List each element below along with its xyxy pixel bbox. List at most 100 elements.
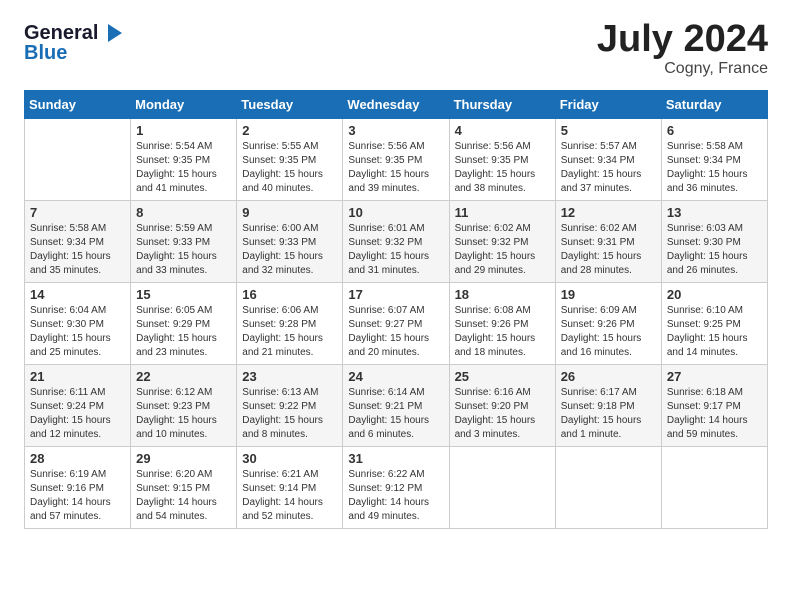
calendar-table: Sunday Monday Tuesday Wednesday Thursday…	[24, 90, 768, 529]
col-friday: Friday	[555, 91, 661, 119]
cell-info: Sunrise: 5:59 AMSunset: 9:33 PMDaylight:…	[136, 222, 231, 278]
calendar-cell: 15 Sunrise: 6:05 AMSunset: 9:29 PMDayligh…	[131, 283, 237, 365]
cell-info: Sunrise: 6:11 AMSunset: 9:24 PMDaylight:…	[30, 386, 125, 442]
day-number: 24	[348, 369, 443, 384]
col-saturday: Saturday	[661, 91, 767, 119]
day-number: 9	[242, 205, 337, 220]
day-number: 7	[30, 205, 125, 220]
calendar-cell: 19Sunrise: 6:09 AMSunset: 9:26 PMDayligh…	[555, 283, 661, 365]
day-number: 25	[455, 369, 550, 384]
logo: General Blue	[24, 20, 126, 65]
calendar-week-row-4: 21 Sunrise: 6:11 AMSunset: 9:24 PMDayligh…	[25, 365, 768, 447]
calendar-header-row: Sunday Monday Tuesday Wednesday Thursday…	[25, 91, 768, 119]
cell-info: Sunrise: 6:17 AMSunset: 9:18 PMDaylight:…	[561, 386, 656, 442]
calendar-cell: 22 Sunrise: 6:12 AMSunset: 9:23 PMDayligh…	[131, 365, 237, 447]
cell-info: Sunrise: 6:05 AMSunset: 9:29 PMDaylight:…	[136, 304, 231, 360]
day-number: 31	[348, 451, 443, 466]
col-thursday: Thursday	[449, 91, 555, 119]
col-tuesday: Tuesday	[237, 91, 343, 119]
calendar-week-row-5: 28 Sunrise: 6:19 AMSunset: 9:16 PMDayligh…	[25, 447, 768, 529]
cell-info: Sunrise: 6:21 AMSunset: 9:14 PMDaylight:…	[242, 468, 337, 524]
cell-info: Sunrise: 6:07 AMSunset: 9:27 PMDaylight:…	[348, 304, 443, 360]
calendar-cell: 1Sunrise: 5:54 AMSunset: 9:35 PMDaylight…	[131, 119, 237, 201]
cell-info: Sunrise: 5:58 AMSunset: 9:34 PMDaylight:…	[30, 222, 125, 278]
calendar-cell: 11 Sunrise: 6:02 AMSunset: 9:32 PMDayligh…	[449, 201, 555, 283]
calendar-cell: 14Sunrise: 6:04 AMSunset: 9:30 PMDayligh…	[25, 283, 131, 365]
cell-info: Sunrise: 5:56 AMSunset: 9:35 PMDaylight:…	[348, 140, 443, 196]
cell-info: Sunrise: 6:12 AMSunset: 9:23 PMDaylight:…	[136, 386, 231, 442]
cell-info: Sunrise: 5:58 AMSunset: 9:34 PMDaylight:…	[667, 140, 762, 196]
cell-info: Sunrise: 5:56 AMSunset: 9:35 PMDaylight:…	[455, 140, 550, 196]
day-number: 13	[667, 205, 762, 220]
calendar-cell: 4Sunrise: 5:56 AMSunset: 9:35 PMDaylight…	[449, 119, 555, 201]
calendar-cell: 31 Sunrise: 6:22 AMSunset: 9:12 PMDayligh…	[343, 447, 449, 529]
cell-info: Sunrise: 6:02 AMSunset: 9:32 PMDaylight:…	[455, 222, 550, 278]
calendar-page: General Blue July 2024 Cogny, France Sun…	[0, 0, 792, 612]
calendar-week-row-2: 7 Sunrise: 5:58 AMSunset: 9:34 PMDaylight…	[25, 201, 768, 283]
col-sunday: Sunday	[25, 91, 131, 119]
calendar-cell: 20 Sunrise: 6:10 AMSunset: 9:25 PMDayligh…	[661, 283, 767, 365]
day-number: 3	[348, 123, 443, 138]
calendar-cell: 12 Sunrise: 6:02 AMSunset: 9:31 PMDayligh…	[555, 201, 661, 283]
cell-info: Sunrise: 6:02 AMSunset: 9:31 PMDaylight:…	[561, 222, 656, 278]
cell-info: Sunrise: 6:10 AMSunset: 9:25 PMDaylight:…	[667, 304, 762, 360]
day-number: 18	[455, 287, 550, 302]
logo-icon	[100, 20, 126, 46]
calendar-cell: 25Sunrise: 6:16 AMSunset: 9:20 PMDayligh…	[449, 365, 555, 447]
calendar-cell: 10Sunrise: 6:01 AMSunset: 9:32 PMDayligh…	[343, 201, 449, 283]
calendar-cell: 6Sunrise: 5:58 AMSunset: 9:34 PMDaylight…	[661, 119, 767, 201]
calendar-cell	[25, 119, 131, 201]
calendar-cell: 17 Sunrise: 6:07 AMSunset: 9:27 PMDayligh…	[343, 283, 449, 365]
cell-info: Sunrise: 5:55 AMSunset: 9:35 PMDaylight:…	[242, 140, 337, 196]
day-number: 27	[667, 369, 762, 384]
calendar-cell: 13Sunrise: 6:03 AMSunset: 9:30 PMDayligh…	[661, 201, 767, 283]
cell-info: Sunrise: 5:54 AMSunset: 9:35 PMDaylight:…	[136, 140, 231, 196]
day-number: 11	[455, 205, 550, 220]
calendar-cell: 7 Sunrise: 5:58 AMSunset: 9:34 PMDaylight…	[25, 201, 131, 283]
cell-info: Sunrise: 6:01 AMSunset: 9:32 PMDaylight:…	[348, 222, 443, 278]
day-number: 22	[136, 369, 231, 384]
cell-info: Sunrise: 6:22 AMSunset: 9:12 PMDaylight:…	[348, 468, 443, 524]
calendar-cell: 26Sunrise: 6:17 AMSunset: 9:18 PMDayligh…	[555, 365, 661, 447]
cell-info: Sunrise: 5:57 AMSunset: 9:34 PMDaylight:…	[561, 140, 656, 196]
cell-info: Sunrise: 6:14 AMSunset: 9:21 PMDaylight:…	[348, 386, 443, 442]
col-monday: Monday	[131, 91, 237, 119]
calendar-cell: 23 Sunrise: 6:13 AMSunset: 9:22 PMDayligh…	[237, 365, 343, 447]
col-wednesday: Wednesday	[343, 91, 449, 119]
cell-info: Sunrise: 6:19 AMSunset: 9:16 PMDaylight:…	[30, 468, 125, 524]
day-number: 15	[136, 287, 231, 302]
day-number: 16	[242, 287, 337, 302]
calendar-cell: 28 Sunrise: 6:19 AMSunset: 9:16 PMDayligh…	[25, 447, 131, 529]
calendar-cell	[661, 447, 767, 529]
day-number: 23	[242, 369, 337, 384]
day-number: 5	[561, 123, 656, 138]
day-number: 21	[30, 369, 125, 384]
calendar-cell: 8Sunrise: 5:59 AMSunset: 9:33 PMDaylight…	[131, 201, 237, 283]
cell-info: Sunrise: 6:06 AMSunset: 9:28 PMDaylight:…	[242, 304, 337, 360]
calendar-cell: 9Sunrise: 6:00 AMSunset: 9:33 PMDaylight…	[237, 201, 343, 283]
calendar-cell: 3 Sunrise: 5:56 AMSunset: 9:35 PMDaylight…	[343, 119, 449, 201]
calendar-cell: 16 Sunrise: 6:06 AMSunset: 9:28 PMDayligh…	[237, 283, 343, 365]
title-block: July 2024 Cogny, France	[597, 20, 768, 78]
location: Cogny, France	[597, 60, 768, 78]
calendar-week-row-3: 14Sunrise: 6:04 AMSunset: 9:30 PMDayligh…	[25, 283, 768, 365]
calendar-cell: 30Sunrise: 6:21 AMSunset: 9:14 PMDayligh…	[237, 447, 343, 529]
cell-info: Sunrise: 6:20 AMSunset: 9:15 PMDaylight:…	[136, 468, 231, 524]
day-number: 20	[667, 287, 762, 302]
calendar-cell: 24 Sunrise: 6:14 AMSunset: 9:21 PMDayligh…	[343, 365, 449, 447]
day-number: 2	[242, 123, 337, 138]
calendar-cell: 5 Sunrise: 5:57 AMSunset: 9:34 PMDaylight…	[555, 119, 661, 201]
cell-info: Sunrise: 6:13 AMSunset: 9:22 PMDaylight:…	[242, 386, 337, 442]
cell-info: Sunrise: 6:08 AMSunset: 9:26 PMDaylight:…	[455, 304, 550, 360]
cell-info: Sunrise: 6:04 AMSunset: 9:30 PMDaylight:…	[30, 304, 125, 360]
month-title: July 2024	[597, 20, 768, 58]
header: General Blue July 2024 Cogny, France	[24, 20, 768, 78]
calendar-cell: 2 Sunrise: 5:55 AMSunset: 9:35 PMDaylight…	[237, 119, 343, 201]
day-number: 28	[30, 451, 125, 466]
day-number: 29	[136, 451, 231, 466]
calendar-cell: 27Sunrise: 6:18 AMSunset: 9:17 PMDayligh…	[661, 365, 767, 447]
cell-info: Sunrise: 6:09 AMSunset: 9:26 PMDaylight:…	[561, 304, 656, 360]
calendar-cell	[555, 447, 661, 529]
day-number: 12	[561, 205, 656, 220]
day-number: 17	[348, 287, 443, 302]
